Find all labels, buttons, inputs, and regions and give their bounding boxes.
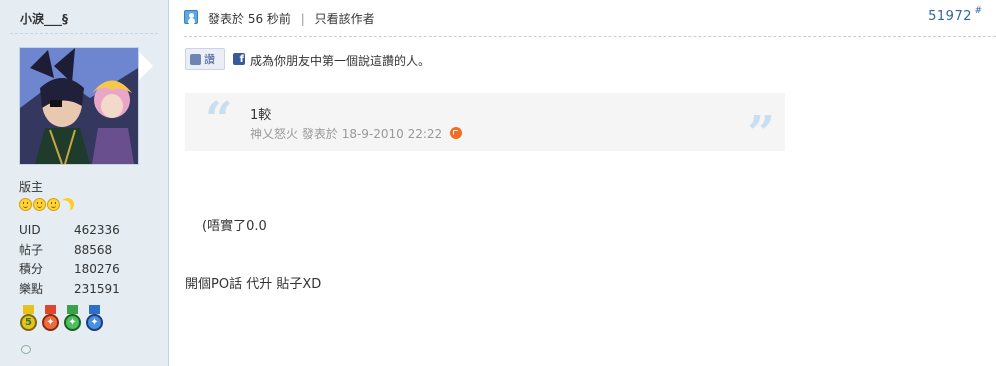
stat-row-lepoints: 樂點 231591 [19, 280, 120, 300]
stat-value: 231591 [74, 281, 120, 296]
avatar[interactable] [19, 47, 139, 165]
author-username[interactable]: 小淚___§ [20, 10, 68, 27]
quote-meta: 神乂怒火 發表於 18-9-2010 22:22 [250, 125, 463, 142]
quote-posted-prefix: 發表於 [301, 127, 338, 141]
thumbs-up-icon [190, 53, 201, 65]
post-header: 發表於 56 秒前 | 只看該作者 51972 # [184, 0, 996, 37]
author-rank: 版主 [19, 180, 44, 194]
post-time: 發表於 56 秒前 | 只看該作者 [208, 10, 375, 27]
stat-value: 180276 [74, 262, 120, 276]
like-button-label: 讚 [204, 53, 215, 66]
stat-label: UID [19, 223, 41, 237]
facebook-like-button[interactable]: 讚 [185, 48, 225, 70]
quote-date: 18-9-2010 22:22 [341, 127, 443, 141]
only-author-link[interactable]: 只看該作者 [315, 12, 375, 26]
stat-label: 樂點 [19, 281, 44, 296]
like-status-text: 成為你朋友中第一個說這讚的人。 [250, 54, 431, 68]
medal-red-icon[interactable]: ✦ [41, 305, 60, 334]
post-body-line: 開個PO話 代升 貼子XD [185, 277, 322, 292]
medal-glyph: ✦ [68, 317, 77, 328]
open-quote-icon: “ [205, 92, 233, 148]
user-online-icon [184, 10, 198, 24]
sun-rank-icon [33, 198, 46, 211]
stat-row-points: 積分 180276 [19, 260, 120, 280]
go-to-post-icon[interactable] [450, 127, 463, 139]
author-sidebar: 小淚___§ 版主 UID 462336 帖子 88568 積分 180276 … [0, 0, 169, 366]
stat-label: 積分 [19, 262, 44, 276]
medal-glyph: ✦ [90, 317, 99, 328]
quote-author: 神乂怒火 [250, 127, 299, 141]
sun-rank-icon [19, 198, 32, 211]
medals: 5 ✦ ✦ ✦ [19, 305, 104, 334]
rank-stars [19, 198, 74, 211]
medal-blue-icon[interactable]: ✦ [85, 305, 104, 334]
close-quote-icon: ” [747, 106, 775, 162]
medal-green-icon[interactable]: ✦ [63, 305, 82, 334]
post-body-line: (唔實了0.0 [202, 219, 267, 234]
satellite-icon[interactable] [21, 345, 31, 354]
stat-value[interactable]: 462336 [74, 221, 120, 241]
stat-label: 帖子 [19, 242, 44, 257]
header-separator: | [300, 12, 305, 26]
facebook-icon: f [233, 53, 245, 65]
callout-arrow [139, 52, 153, 80]
stat-row-posts: 帖子 88568 [19, 241, 120, 261]
medal-5-icon[interactable]: 5 [19, 305, 38, 334]
quote-text: 1較 [250, 108, 272, 123]
floor-hash[interactable]: # [974, 6, 982, 16]
medal-glyph: 5 [25, 317, 32, 328]
sidebar-divider [10, 33, 158, 34]
avatar-image [20, 48, 138, 164]
quote-block: “ ” 1較 神乂怒火 發表於 18-9-2010 22:22 [185, 92, 785, 159]
sun-rank-icon [47, 198, 60, 211]
stat-row-uid: UID 462336 [19, 221, 120, 241]
posted-prefix: 發表於 [208, 12, 245, 26]
stat-value[interactable]: 88568 [74, 241, 112, 261]
posted-time: 56 秒前 [247, 12, 291, 26]
moon-rank-icon [59, 196, 76, 213]
author-stats: UID 462336 帖子 88568 積分 180276 樂點 231591 [19, 221, 120, 299]
floor-number-link[interactable]: 51972 [928, 9, 972, 24]
medal-glyph: ✦ [46, 317, 55, 328]
